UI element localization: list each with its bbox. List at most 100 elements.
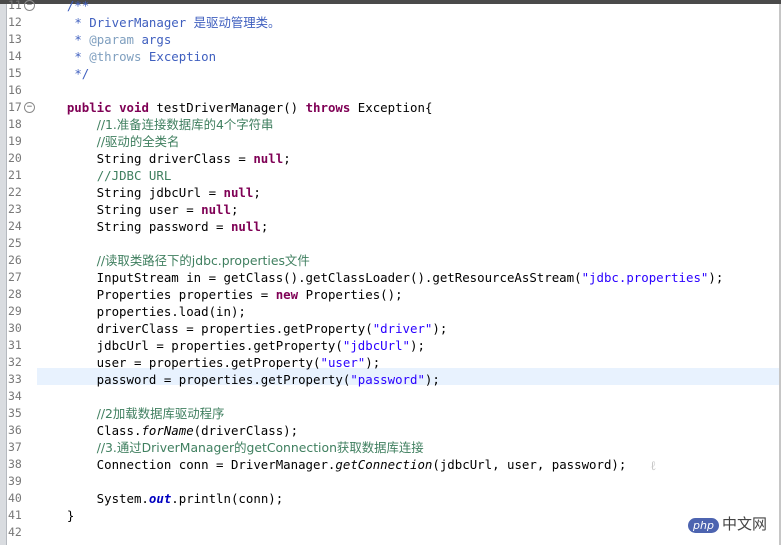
line-number: 29 [8, 304, 22, 318]
code-text: } [37, 507, 74, 524]
code-token: String driverClass = [37, 151, 254, 166]
code-line-40[interactable]: 40 System.out.println(conn); [0, 490, 781, 507]
code-token: * DriverManager [74, 15, 194, 30]
code-line-20[interactable]: 20 String driverClass = null; [0, 150, 781, 167]
code-token: Exception{ [350, 100, 433, 115]
line-number: 25 [8, 236, 22, 250]
code-text: * @throws Exception [37, 48, 216, 65]
code-token: //2加载数据库驱动程序 [96, 406, 225, 421]
code-line-18[interactable]: 18 //1.准备连接数据库的4个字符串 [0, 116, 781, 133]
code-line-17[interactable]: 17− public void testDriverManager() thro… [0, 99, 781, 116]
code-line-11[interactable]: 11− /** [0, 0, 781, 14]
code-token: String user = [37, 202, 202, 217]
code-editor[interactable]: 11− /** 12 * DriverManager 是驱动管理类。 13 * @p… [0, 0, 781, 545]
code-token: } [37, 508, 75, 523]
line-number: 24 [8, 219, 22, 233]
code-line-25[interactable]: 25 [0, 235, 781, 252]
code-text: Connection conn = DriverManager.getConne… [37, 456, 627, 473]
line-number: 16 [8, 83, 22, 97]
code-token: testDriverManager() [148, 100, 306, 115]
code-line-36[interactable]: 36 Class.forName(driverClass); [0, 422, 781, 439]
code-token: .println(conn); [171, 491, 284, 506]
code-line-32[interactable]: 32 user = properties.getProperty("user")… [0, 354, 781, 371]
code-text: user = properties.getProperty("user"); [37, 354, 381, 371]
code-text: * DriverManager 是驱动管理类。 [37, 14, 280, 31]
line-number: 34 [8, 389, 22, 403]
code-line-16[interactable]: 16 [0, 82, 781, 99]
code-token: null [230, 219, 261, 234]
line-number: 35 [8, 406, 22, 420]
line-number: 41 [8, 508, 22, 522]
code-text: String jdbcUrl = null; [37, 184, 261, 201]
code-text: //3.通过DriverManager的getConnection获取数据库连接 [37, 439, 424, 456]
code-token: System. [37, 491, 149, 506]
code-text: InputStream in = getClass().getClassLoad… [37, 269, 724, 286]
code-line-27[interactable]: 27 InputStream in = getClass().getClassL… [0, 269, 781, 286]
line-number: 38 [8, 457, 22, 471]
code-line-29[interactable]: 29 properties.load(in); [0, 303, 781, 320]
code-line-21[interactable]: 21 //JDBC URL [0, 167, 781, 184]
code-text: jdbcUrl = properties.getProperty("jdbcUr… [37, 337, 425, 354]
code-token: ); [424, 372, 440, 387]
code-token: 是驱动管理类。 [193, 15, 281, 30]
code-token: ; [260, 219, 269, 234]
code-token: ); [410, 338, 425, 353]
code-token: "password" [350, 372, 425, 387]
code-line-23[interactable]: 23 String user = null; [0, 201, 781, 218]
code-token: (jdbcUrl, user, password); [432, 457, 627, 472]
line-number: 32 [8, 355, 22, 369]
fold-toggle-icon[interactable]: − [24, 0, 35, 11]
code-line-26[interactable]: 26 //读取类路径下的jdbc.properties文件 [0, 252, 781, 269]
code-token: ; [230, 202, 239, 217]
code-line-14[interactable]: 14 * @throws Exception [0, 48, 781, 65]
watermark-logo: php 中文网 [688, 513, 767, 534]
code-line-38[interactable]: 38 Connection conn = DriverManager.getCo… [0, 456, 781, 473]
code-text: properties.load(in); [37, 303, 246, 320]
code-line-30[interactable]: 30 driverClass = properties.getProperty(… [0, 320, 781, 337]
code-line-33[interactable]: 33 password = properties.getProperty("pa… [0, 371, 781, 388]
code-token: @throws [89, 49, 142, 64]
code-line-22[interactable]: 22 String jdbcUrl = null; [0, 184, 781, 201]
code-token: new [275, 287, 299, 302]
line-number: 21 [8, 168, 22, 182]
watermark-badge: php [688, 518, 719, 533]
code-line-31[interactable]: 31 jdbcUrl = properties.getProperty("jdb… [0, 337, 781, 354]
code-line-37[interactable]: 37 //3.通过DriverManager的getConnection获取数据… [0, 439, 781, 456]
line-number: 31 [8, 338, 22, 352]
line-number: 33 [8, 372, 22, 386]
line-number: 20 [8, 151, 22, 165]
code-token: * [74, 32, 90, 47]
fold-toggle-icon[interactable]: − [24, 102, 35, 113]
code-token: Properties properties = [37, 287, 276, 302]
line-number: 37 [8, 440, 22, 454]
line-number: 15 [8, 66, 22, 80]
code-line-42[interactable]: 42 [0, 524, 781, 541]
code-text: public void testDriverManager() throws E… [37, 99, 433, 116]
code-line-41[interactable]: 41 } [0, 507, 781, 524]
code-token: "driver" [372, 321, 433, 336]
code-token: ); [365, 355, 381, 370]
code-token: (driverClass); [193, 423, 299, 438]
code-line-13[interactable]: 13 * @param args [0, 31, 781, 48]
code-token: ); [708, 270, 724, 285]
code-text: System.out.println(conn); [37, 490, 284, 507]
code-text: /** [37, 0, 89, 14]
code-token: /** [66, 0, 90, 13]
code-line-35[interactable]: 35 //2加载数据库驱动程序 [0, 405, 781, 422]
code-line-12[interactable]: 12 * DriverManager 是驱动管理类。 [0, 14, 781, 31]
line-number: 22 [8, 185, 22, 199]
code-line-28[interactable]: 28 Properties properties = new Propertie… [0, 286, 781, 303]
code-line-15[interactable]: 15 */ [0, 65, 781, 82]
cursor-indicator-icon: ℓ [650, 459, 657, 474]
code-text: //驱动的全类名 [37, 133, 180, 150]
code-line-19[interactable]: 19 //驱动的全类名 [0, 133, 781, 150]
code-line-34[interactable]: 34 [0, 388, 781, 405]
code-line-39[interactable]: 39 [0, 473, 781, 490]
code-line-24[interactable]: 24 String password = null; [0, 218, 781, 235]
line-number: 19 [8, 134, 22, 148]
